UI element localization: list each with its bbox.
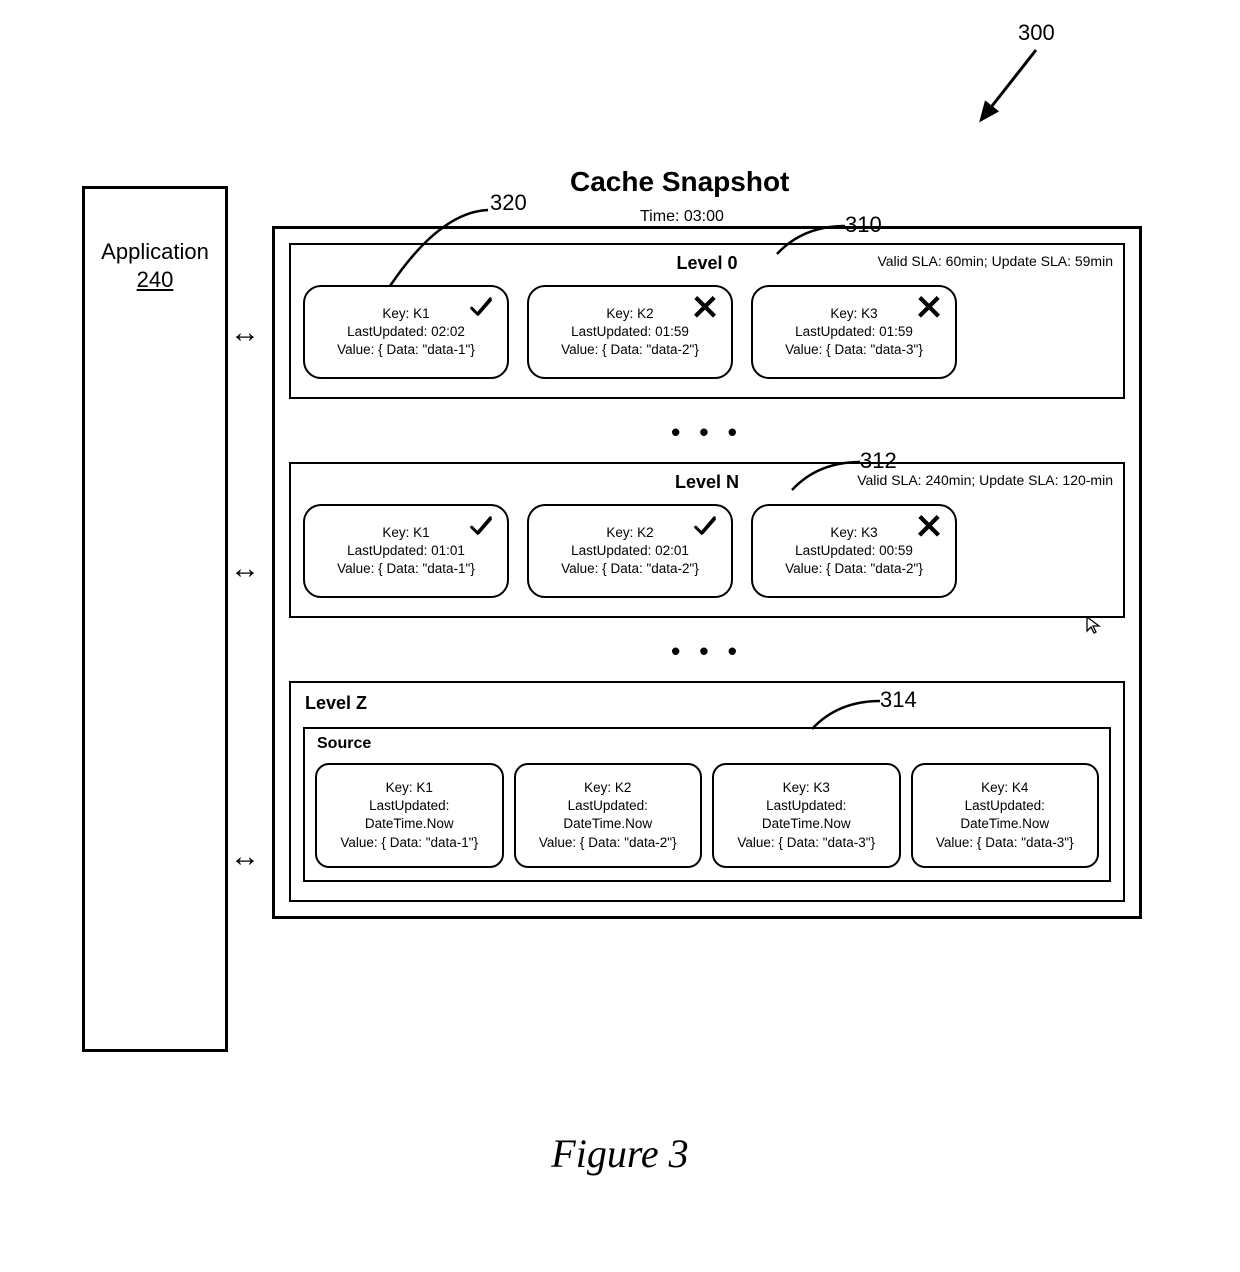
cache-card: Key: K2 LastUpdated: 01:59 Value: { Data…	[527, 285, 733, 379]
source-box: Source Key: K1 LastUpdated: DateTime.Now…	[303, 727, 1111, 882]
snapshot-box: Level 0 Valid SLA: 60min; Update SLA: 59…	[272, 226, 1142, 919]
level-z-title: Level Z	[305, 693, 367, 714]
ellipsis: • • •	[289, 636, 1125, 667]
x-icon	[915, 293, 943, 326]
level-0-cards: Key: K1 LastUpdated: 02:02 Value: { Data…	[303, 285, 1111, 379]
card-upd: LastUpdated: 02:02	[347, 323, 465, 341]
snapshot-title: Cache Snapshot	[570, 166, 789, 198]
ellipsis: • • •	[289, 417, 1125, 448]
level-0-panel: Level 0 Valid SLA: 60min; Update SLA: 59…	[289, 243, 1125, 399]
card-val: Value: { Data: "data-1"}	[340, 834, 478, 852]
card-key: Key: K3	[783, 779, 830, 797]
callout-300-label: 300	[1018, 20, 1055, 45]
card-key: Key: K1	[386, 779, 433, 797]
source-card: Key: K3 LastUpdated: DateTime.Now Value:…	[712, 763, 901, 868]
checkmark-icon	[691, 512, 719, 545]
arrow-icon	[966, 50, 1056, 140]
card-upd: LastUpdated: 02:01	[571, 542, 689, 560]
card-key: Key: K3	[830, 305, 877, 323]
card-key: Key: K3	[830, 524, 877, 542]
figure-caption: Figure 3	[0, 1130, 1240, 1177]
card-key: Key: K2	[606, 524, 653, 542]
cache-card: Key: K3 LastUpdated: 00:59 Value: { Data…	[751, 504, 957, 598]
card-val: Value: { Data: "data-1"}	[337, 341, 475, 359]
level-n-panel: Level N Valid SLA: 240min; Update SLA: 1…	[289, 462, 1125, 618]
card-upd: LastUpdated: DateTime.Now	[526, 797, 691, 833]
card-key: Key: K2	[584, 779, 631, 797]
card-key: Key: K4	[981, 779, 1028, 797]
card-key: Key: K2	[606, 305, 653, 323]
bidirectional-arrow-icon: ↔	[230, 552, 257, 586]
callout-314: 314	[880, 687, 917, 713]
application-title: Application	[85, 239, 225, 265]
card-upd: LastUpdated: DateTime.Now	[724, 797, 889, 833]
cache-card: Key: K2 LastUpdated: 02:01 Value: { Data…	[527, 504, 733, 598]
callout-320: 320	[490, 190, 527, 216]
card-upd: LastUpdated: 00:59	[795, 542, 913, 560]
card-key: Key: K1	[382, 305, 429, 323]
level-n-cards: Key: K1 LastUpdated: 01:01 Value: { Data…	[303, 504, 1111, 598]
snapshot-time: Time: 03:00	[640, 208, 724, 226]
callout-312: 312	[860, 448, 897, 474]
card-val: Value: { Data: "data-3"}	[936, 834, 1074, 852]
card-val: Value: { Data: "data-3"}	[737, 834, 875, 852]
source-card: Key: K4 LastUpdated: DateTime.Now Value:…	[911, 763, 1100, 868]
bidirectional-arrow-icon: ↔	[230, 316, 257, 350]
card-val: Value: { Data: "data-2"}	[539, 834, 677, 852]
level-z-panel: Level Z Source Key: K1 LastUpdated: Date…	[289, 681, 1125, 902]
curve-icon	[808, 699, 888, 739]
cursor-icon	[1085, 615, 1105, 640]
curve-icon	[788, 460, 868, 500]
level-n-sla: Valid SLA: 240min; Update SLA: 120-min	[857, 472, 1113, 488]
x-icon	[915, 512, 943, 545]
card-upd: LastUpdated: 01:59	[571, 323, 689, 341]
card-upd: LastUpdated: DateTime.Now	[327, 797, 492, 833]
card-val: Value: { Data: "data-2"}	[785, 560, 923, 578]
card-upd: LastUpdated: DateTime.Now	[923, 797, 1088, 833]
card-val: Value: { Data: "data-2"}	[561, 341, 699, 359]
level-0-sla: Valid SLA: 60min; Update SLA: 59min	[877, 253, 1113, 269]
checkmark-icon	[467, 293, 495, 326]
source-cards: Key: K1 LastUpdated: DateTime.Now Value:…	[315, 763, 1099, 868]
source-card: Key: K2 LastUpdated: DateTime.Now Value:…	[514, 763, 703, 868]
bidirectional-arrow-icon: ↔	[230, 840, 257, 874]
source-title: Source	[317, 735, 371, 753]
source-card: Key: K1 LastUpdated: DateTime.Now Value:…	[315, 763, 504, 868]
cache-card: Key: K1 LastUpdated: 02:02 Value: { Data…	[303, 285, 509, 379]
card-val: Value: { Data: "data-3"}	[785, 341, 923, 359]
cache-card: Key: K3 LastUpdated: 01:59 Value: { Data…	[751, 285, 957, 379]
callout-300: 300	[1018, 20, 1055, 46]
x-icon	[691, 293, 719, 326]
cache-card: Key: K1 LastUpdated: 01:01 Value: { Data…	[303, 504, 509, 598]
card-upd: LastUpdated: 01:59	[795, 323, 913, 341]
checkmark-icon	[467, 512, 495, 545]
application-box: Application 240	[82, 186, 228, 1052]
card-val: Value: { Data: "data-2"}	[561, 560, 699, 578]
card-val: Value: { Data: "data-1"}	[337, 560, 475, 578]
application-ref: 240	[85, 267, 225, 293]
card-upd: LastUpdated: 01:01	[347, 542, 465, 560]
card-key: Key: K1	[382, 524, 429, 542]
